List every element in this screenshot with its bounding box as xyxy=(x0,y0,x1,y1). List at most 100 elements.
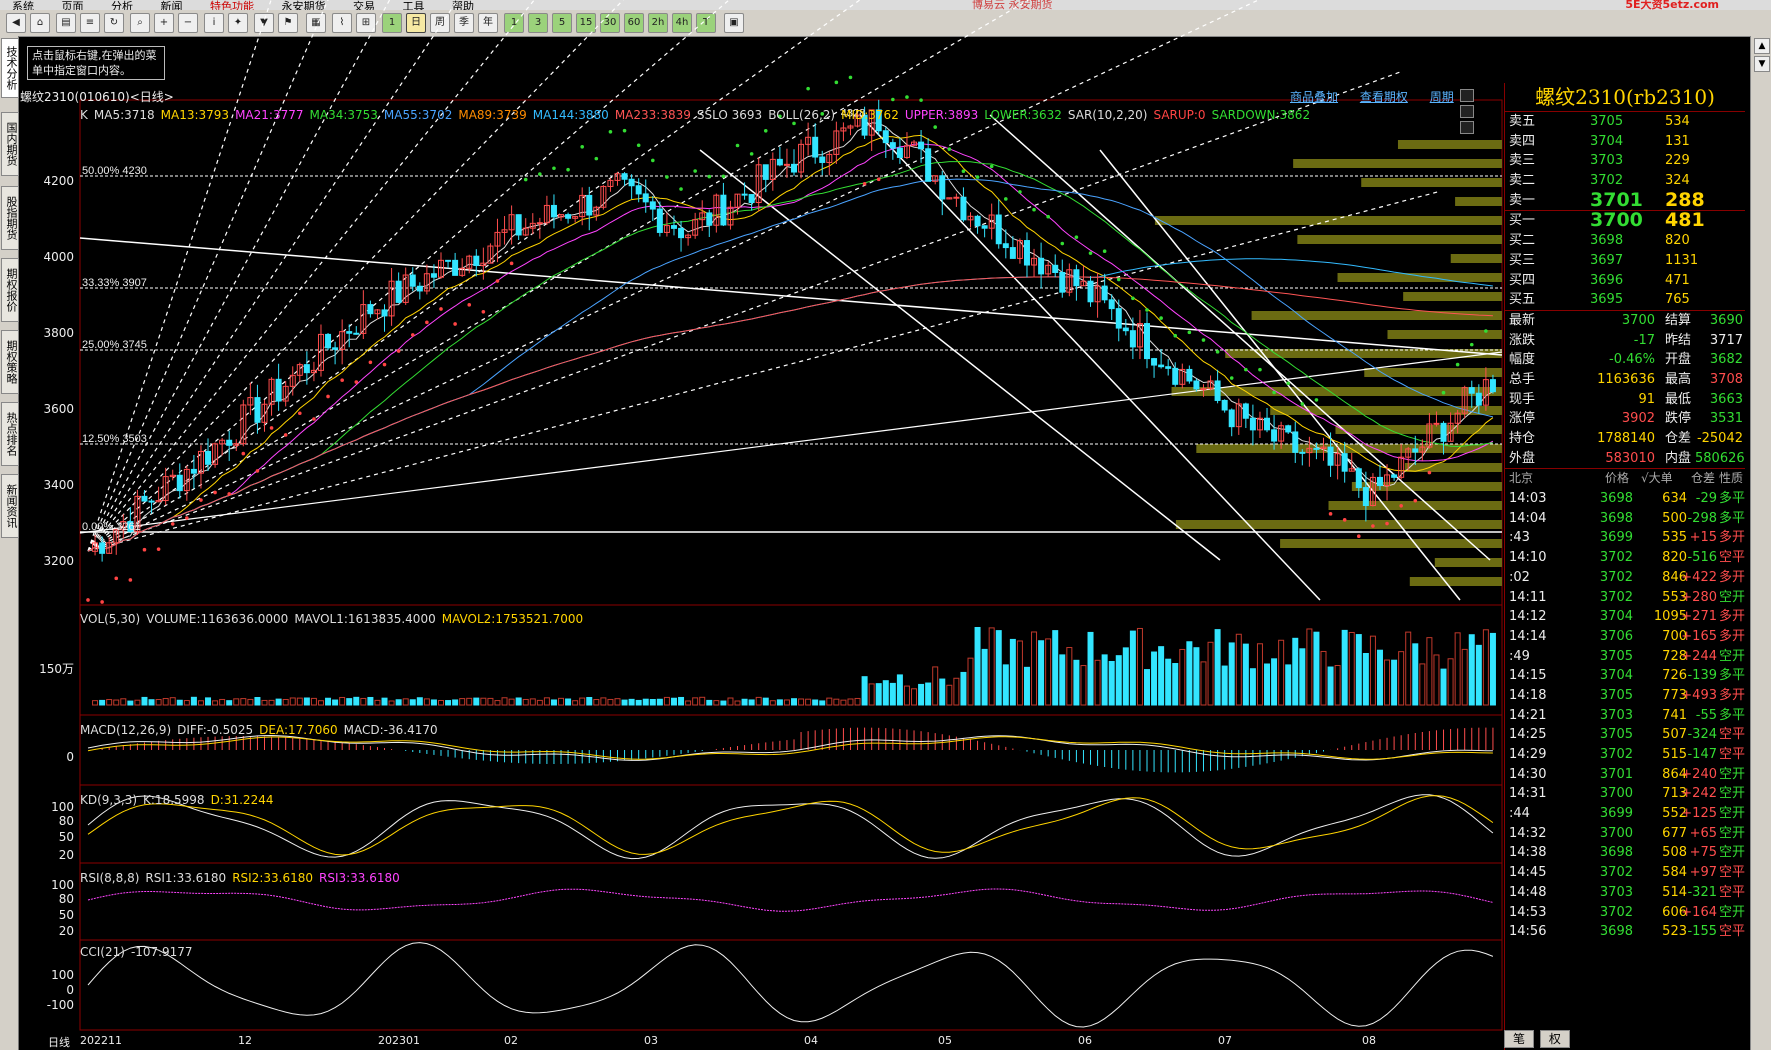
book-row[interactable]: 买三 3697 1131 xyxy=(1505,251,1745,271)
sar-dot xyxy=(326,394,330,399)
ma-indicator-value: UPPER:3893 xyxy=(904,108,979,122)
restore-icon[interactable] xyxy=(1460,89,1474,102)
candle-body xyxy=(430,273,437,278)
volume-bar xyxy=(381,697,388,706)
tick-row[interactable]: 14:31 3700 713 +242 空开 xyxy=(1505,784,1745,804)
tick-list[interactable]: 14:03 3698 634 -29 多平 14:04 3698 500 -298 多平:43 36… xyxy=(1505,489,1745,942)
volume-bar xyxy=(346,698,353,706)
volume-bar xyxy=(734,700,741,706)
tick-row[interactable]: 14:14 3706 700 +165 多开 xyxy=(1505,627,1745,647)
moving-average-line xyxy=(87,134,1494,552)
candle-body xyxy=(1059,271,1066,293)
book-row[interactable]: 买二 3698 820 xyxy=(1505,231,1745,251)
cci-axis-label: -100 xyxy=(46,998,74,1012)
tick-row[interactable]: 14:25 3705 507 -324 空平 xyxy=(1505,725,1745,745)
overlay-link[interactable]: 商品叠加 xyxy=(1290,90,1338,104)
volume-bar xyxy=(106,699,113,706)
tick-row[interactable]: :43 3699 535 +15 多开 xyxy=(1505,528,1745,548)
tick-c: +244 xyxy=(1681,648,1717,664)
volume-bar xyxy=(706,699,713,706)
volume-bar xyxy=(656,698,663,706)
candle-body xyxy=(812,136,819,158)
tick-row[interactable]: :44 3699 552 +125 空开 xyxy=(1505,804,1745,824)
macd-indicator-value: DIFF:-0.5025 xyxy=(177,723,254,737)
tick-t: 14:04 xyxy=(1509,510,1547,526)
tick-row[interactable]: 14:21 3703 741 -55 多平 xyxy=(1505,706,1745,726)
tick-row[interactable]: 14:48 3703 514 -321 空平 xyxy=(1505,883,1745,903)
tick-header: 北京 价格 √大单 仓差 性质 xyxy=(1509,471,1744,486)
volume-bar xyxy=(911,688,918,706)
tick-row[interactable]: 14:04 3698 500 -298 多平 xyxy=(1505,509,1745,529)
tick-row[interactable]: 14:29 3702 515 -147 空平 xyxy=(1505,745,1745,765)
tick-row[interactable]: 14:45 3702 584 +97 空平 xyxy=(1505,863,1745,883)
sar-dot xyxy=(961,169,966,174)
volume-bar xyxy=(840,699,847,706)
tick-row[interactable]: 14:10 3702 820 -516 空平 xyxy=(1505,548,1745,568)
candle-body xyxy=(1023,240,1030,266)
candle-body xyxy=(1299,451,1306,454)
volume-bar xyxy=(360,697,367,706)
book-row[interactable]: 卖三 3703 229 xyxy=(1505,151,1745,171)
period-link[interactable]: 周期 xyxy=(1430,90,1454,104)
tick-row[interactable]: :49 3705 728 +244 空开 xyxy=(1505,647,1745,667)
volume-bar xyxy=(494,700,501,706)
close-icon[interactable] xyxy=(1460,121,1474,134)
candle-body xyxy=(452,259,459,276)
tick-p: 3704 xyxy=(1599,609,1633,625)
book-v: 534 xyxy=(1665,114,1690,129)
tick-row[interactable]: 14:38 3698 508 +75 空开 xyxy=(1505,843,1745,863)
tab-rights[interactable]: 权 xyxy=(1539,1030,1570,1048)
volume-bar xyxy=(367,696,374,706)
stat-a: 涨停 xyxy=(1509,411,1536,427)
volume-bar xyxy=(988,627,995,706)
volume-bar xyxy=(762,697,769,706)
tab-trades[interactable]: 笔 xyxy=(1504,1030,1535,1048)
tick-row[interactable]: 14:32 3700 677 +65 空开 xyxy=(1505,824,1745,844)
tick-t: :43 xyxy=(1509,530,1530,546)
book-row[interactable]: 买五 3695 765 xyxy=(1505,290,1745,310)
volume-bar xyxy=(600,697,607,706)
stat-c: 昨结 xyxy=(1665,332,1692,348)
options-link[interactable]: 查看期权 xyxy=(1360,90,1408,104)
rsi-indicator-value: RSI1:33.6180 xyxy=(145,871,227,885)
book-row[interactable]: 卖四 3704 131 xyxy=(1505,132,1745,152)
candle-body xyxy=(1052,264,1059,273)
scroll-down-icon[interactable]: ▼ xyxy=(1754,56,1770,72)
volume-bar xyxy=(1066,647,1073,706)
volume-bar xyxy=(741,698,748,706)
sar-dot xyxy=(905,95,909,99)
scroll-up-icon[interactable]: ▲ xyxy=(1754,38,1770,54)
chart-canvas[interactable]: 50.00% 4230 33.33% 3907 25.00% 3745 12.50% … xyxy=(0,0,1504,1050)
book-row[interactable]: 买一 3700 481 xyxy=(1505,211,1745,231)
volume-bar xyxy=(670,697,677,706)
sar-dot xyxy=(1032,207,1036,212)
book-row[interactable]: 买四 3696 471 xyxy=(1505,271,1745,291)
tick-row[interactable]: 14:12 3704 1095 +271 多开 xyxy=(1505,607,1745,627)
candle-body xyxy=(1009,247,1016,259)
candle-body xyxy=(381,309,388,317)
tick-row[interactable]: :02 3702 846 +422 多开 xyxy=(1505,568,1745,588)
tick-row[interactable]: 14:03 3698 634 -29 多平 xyxy=(1505,489,1745,509)
tick-row[interactable]: 14:53 3702 606 +164 空开 xyxy=(1505,903,1745,923)
book-row[interactable]: 卖一 3701 288 xyxy=(1505,190,1745,211)
tick-row[interactable]: 14:18 3705 773 +493 多开 xyxy=(1505,686,1745,706)
book-l: 卖一 xyxy=(1509,192,1536,208)
volume-bar xyxy=(1038,640,1045,706)
book-row[interactable]: 卖二 3702 324 xyxy=(1505,171,1745,191)
price-axis-label: 4200 xyxy=(43,174,74,188)
candle-body xyxy=(678,227,685,239)
volume-bar xyxy=(254,697,261,706)
maximize-icon[interactable] xyxy=(1460,105,1474,118)
book-row[interactable]: 卖五 3705 534 xyxy=(1505,112,1745,132)
tick-row[interactable]: 14:56 3698 523 -155 空平 xyxy=(1505,922,1745,942)
window-buttons[interactable] xyxy=(1458,89,1474,137)
volume-bar xyxy=(1172,663,1179,706)
fib-label: 50.00% 4230 xyxy=(82,165,147,177)
tick-row[interactable]: 14:30 3701 864 +240 空开 xyxy=(1505,765,1745,785)
sar-dot xyxy=(269,426,274,430)
tick-row[interactable]: 14:15 3704 726 -139 多平 xyxy=(1505,666,1745,686)
volume-bar xyxy=(148,699,155,706)
volume-bar xyxy=(99,699,106,706)
right-scrollbar[interactable]: ▲ ▼ xyxy=(1750,36,1771,1050)
tick-row[interactable]: 14:11 3702 553 +280 空开 xyxy=(1505,588,1745,608)
